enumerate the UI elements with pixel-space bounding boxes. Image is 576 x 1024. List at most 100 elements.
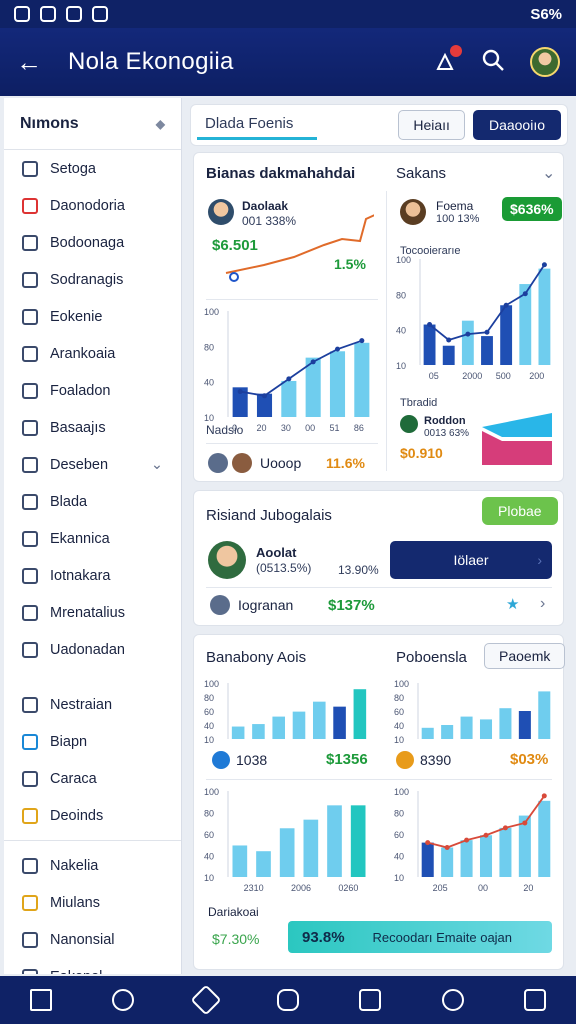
pin-icon[interactable]: ◆ <box>156 117 165 131</box>
sidebar-item[interactable]: Blada <box>4 483 181 520</box>
line-point <box>446 337 452 343</box>
tools-icon[interactable] <box>441 989 464 1011</box>
sidebar-item[interactable]: Ekannica <box>4 520 181 557</box>
sidebar-item[interactable]: Arankoaia <box>4 335 181 372</box>
chart-bar <box>441 847 454 877</box>
x-tick-label: 05 <box>429 371 439 381</box>
archive-icon[interactable] <box>523 989 546 1011</box>
x-tick-label: 20 <box>257 423 267 433</box>
sidebar-item-label: Sodranagis <box>50 271 124 288</box>
row-number: $1356 <box>326 751 368 768</box>
menu-item-icon <box>22 234 38 251</box>
menu-item-icon <box>22 345 38 362</box>
sidebar-item[interactable]: Iotnakara <box>4 557 181 594</box>
details-button[interactable]: Iölaer › <box>390 541 552 579</box>
sidebar-item[interactable]: Basaajıs <box>4 409 181 446</box>
share-icon[interactable] <box>190 984 222 1016</box>
y-tick-label: 100 <box>204 679 219 689</box>
sidebar-item[interactable]: Nestraian <box>4 686 181 723</box>
overview-card: Bianas dakmahahdai Sakans ⌄ Daolaak 001 … <box>193 152 564 482</box>
sidebar-item-label: Setoga <box>50 160 96 177</box>
circle-icon[interactable] <box>112 989 135 1011</box>
secondary-button[interactable]: Heiaıı <box>398 110 465 140</box>
line-point <box>541 262 547 268</box>
line-point <box>483 832 489 838</box>
y-tick-label: 100 <box>204 787 219 797</box>
sidebar-item[interactable]: Uadonadan <box>4 631 181 668</box>
chart-bar <box>312 701 326 739</box>
foot-value: $0.910 <box>400 445 443 461</box>
y-tick-label: 80 <box>204 342 214 352</box>
info-icon <box>212 751 230 769</box>
chart-bar <box>538 268 551 365</box>
sidebar-item[interactable]: Miulans <box>4 884 181 921</box>
chart-bar <box>421 727 434 739</box>
menu-item-icon <box>22 894 38 911</box>
ribbon-graphic <box>482 413 552 465</box>
sidebar-item[interactable]: Deoinds <box>4 797 181 834</box>
sidebar-item-label: Deoinds <box>50 807 104 824</box>
battery-text: S6% <box>530 5 562 23</box>
back-icon[interactable]: ← <box>16 47 56 78</box>
sidebar-item-label: Caraca <box>50 770 97 787</box>
sidebar-item[interactable]: Biapn <box>4 723 181 760</box>
chart-bar <box>538 800 551 877</box>
y-tick-label: 10 <box>394 735 404 745</box>
line-point <box>465 331 471 337</box>
avatar[interactable] <box>530 47 560 77</box>
menu-item-icon <box>22 419 38 436</box>
sidebar-item[interactable]: Nanonsial <box>4 921 181 958</box>
progress-banner[interactable]: 93.8% Recoodarı Emaite oajan <box>288 921 552 953</box>
notification-icon[interactable] <box>434 45 462 73</box>
foot-name: Uooop <box>260 455 302 471</box>
window-icon[interactable] <box>359 989 382 1011</box>
action-button[interactable]: Plobae <box>482 497 558 525</box>
chevron-down-icon[interactable]: ⌄ <box>542 163 555 183</box>
line-point <box>502 825 508 831</box>
foot-value: $7.30% <box>212 931 260 947</box>
x-tick-label: 200 <box>529 371 544 381</box>
chart-bar <box>499 708 512 739</box>
star-icon[interactable]: ★ <box>506 595 519 613</box>
sidebar-item[interactable]: Daonodoria <box>4 187 181 224</box>
search-icon[interactable] <box>482 49 504 76</box>
sidebar: Nımons ◆ Setoga Daonodoria Bodoonaga Sodran… <box>4 98 182 974</box>
sidebar-item[interactable]: Setoga <box>4 150 181 187</box>
filter-button[interactable]: Paoemk <box>484 643 566 669</box>
x-tick-label: 205 <box>433 883 448 893</box>
menu-item-icon <box>22 931 38 948</box>
menu-item-icon <box>22 696 38 713</box>
avatar <box>208 453 228 473</box>
toolbar: Dlada Foenis Heiaıı Daaooiıo <box>190 104 568 146</box>
y-tick-label: 100 <box>396 255 411 265</box>
menu-item-icon <box>22 733 38 750</box>
y-tick-label: 80 <box>204 809 214 819</box>
sidebar-item[interactable]: Deseben ⌄ <box>4 446 181 483</box>
sidebar-item[interactable]: Eokenie <box>4 298 181 335</box>
sidebar-item[interactable]: Mrenatalius <box>4 594 181 631</box>
app-bar: ← Nola Ekonogiia <box>0 28 576 96</box>
search-input[interactable]: Dlada Foenis <box>197 110 317 140</box>
chat-icon[interactable] <box>276 989 299 1011</box>
sidebar-item-label: Eakopol <box>50 969 163 975</box>
menu-item-icon <box>22 807 38 824</box>
x-tick-label: 00 <box>478 883 488 893</box>
sidebar-item[interactable]: Foaladon <box>4 372 181 409</box>
sidebar-item[interactable]: Bodoonaga <box>4 224 181 261</box>
line-point <box>262 393 267 399</box>
sidebar-item[interactable]: Eakopol <box>4 958 181 974</box>
y-tick-label: 40 <box>204 852 214 862</box>
sidebar-item[interactable]: Nakelia <box>4 847 181 884</box>
chevron-down-icon[interactable]: ⌄ <box>151 457 163 473</box>
row-value: $137% <box>328 597 375 614</box>
x-tick-label: 51 <box>330 423 340 433</box>
y-tick-label: 40 <box>396 326 406 336</box>
sidebar-item[interactable]: Caraca <box>4 760 181 797</box>
home-icon[interactable] <box>30 989 53 1011</box>
sidebar-item[interactable]: Sodranagis <box>4 261 181 298</box>
y-tick-label: 100 <box>394 679 409 689</box>
sidebar-item-label: Bodoonaga <box>50 234 125 251</box>
chevron-right-icon[interactable]: › <box>540 595 545 613</box>
y-tick-label: 10 <box>204 413 214 423</box>
primary-button[interactable]: Daaooiıo <box>472 110 561 140</box>
